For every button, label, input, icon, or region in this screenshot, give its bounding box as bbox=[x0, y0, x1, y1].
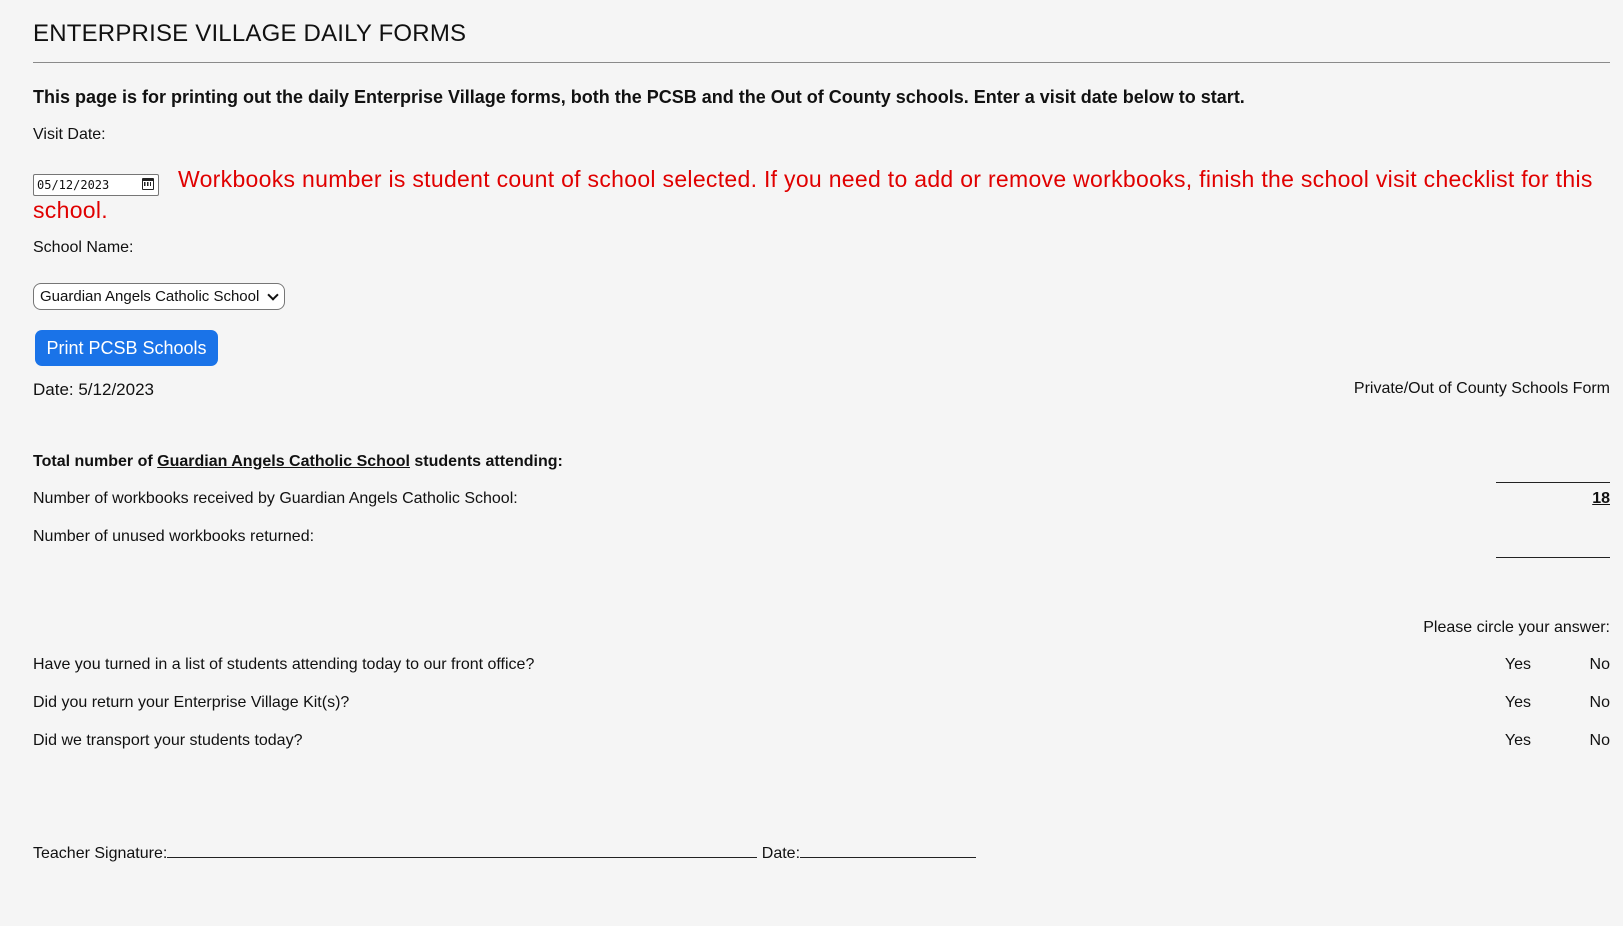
teacher-signature-label: Teacher Signature: bbox=[33, 845, 168, 862]
question-1-no: No bbox=[1589, 656, 1610, 673]
total-school-name: Guardian Angels Catholic School bbox=[157, 453, 410, 470]
chevron-down-icon bbox=[267, 289, 279, 301]
question-3-yes: Yes bbox=[1504, 732, 1531, 749]
signature-date-label: Date: bbox=[761, 845, 801, 862]
page-title: ENTERPRISE VILLAGE DAILY FORMS bbox=[33, 20, 467, 47]
total-prefix: Total number of bbox=[33, 453, 153, 470]
total-suffix: students attending: bbox=[414, 453, 563, 470]
question-2-yes: Yes bbox=[1504, 694, 1531, 711]
school-name-selected: Guardian Angels Catholic School bbox=[40, 288, 260, 305]
teacher-signature-line bbox=[167, 843, 758, 858]
question-2: Did you return your Enterprise Village K… bbox=[33, 694, 350, 711]
signature-row: Teacher Signature: Date: bbox=[33, 843, 977, 863]
unused-workbooks-label: Number of unused workbooks returned: bbox=[33, 528, 315, 545]
question-3-no: No bbox=[1589, 732, 1610, 749]
workbooks-warning: Workbooks number is student count of sch… bbox=[33, 166, 1593, 223]
visit-date-value: 05/12/2023 bbox=[37, 178, 110, 192]
signature-date-line bbox=[800, 843, 977, 858]
total-students-label: Total number of Guardian Angels Catholic… bbox=[33, 453, 563, 471]
workbooks-received-label: Number of workbooks received by Guardian… bbox=[33, 490, 518, 507]
workbooks-received-value: 18 bbox=[1592, 490, 1610, 507]
form-date: Date: 5/12/2023 bbox=[33, 380, 154, 399]
print-pcsb-button[interactable]: Print PCSB Schools bbox=[35, 330, 218, 366]
question-1: Have you turned in a list of students at… bbox=[33, 656, 535, 673]
visit-date-label: Visit Date: bbox=[33, 126, 106, 143]
visit-date-input[interactable]: 05/12/2023 bbox=[33, 174, 159, 196]
unused-workbooks-blank bbox=[1496, 557, 1610, 558]
question-2-no: No bbox=[1589, 694, 1610, 711]
total-students-blank bbox=[1496, 482, 1610, 483]
form-title: Private/Out of County Schools Form bbox=[1353, 380, 1610, 397]
school-name-select[interactable]: Guardian Angels Catholic School bbox=[33, 283, 285, 310]
question-1-yes: Yes bbox=[1504, 656, 1531, 673]
calendar-icon[interactable] bbox=[142, 178, 154, 190]
school-name-label: School Name: bbox=[33, 239, 134, 256]
circle-instruction: Please circle your answer: bbox=[1423, 619, 1610, 636]
intro-text: This page is for printing out the daily … bbox=[33, 87, 1245, 107]
title-divider bbox=[33, 62, 1610, 63]
question-3: Did we transport your students today? bbox=[33, 732, 303, 749]
